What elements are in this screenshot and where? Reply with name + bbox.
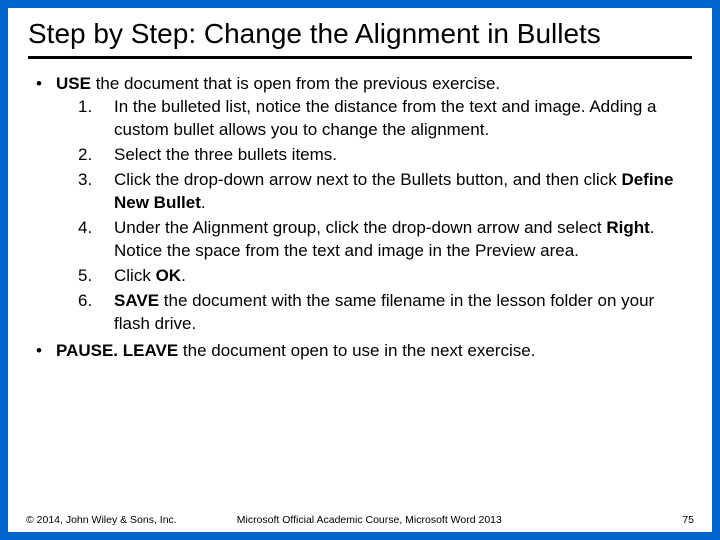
list-item: 3. Click the drop-down arrow next to the… — [68, 169, 686, 215]
step-text: SAVE the document with the same filename… — [114, 290, 686, 336]
bold-run: OK — [156, 266, 182, 285]
list-item: 4. Under the Alignment group, click the … — [68, 217, 686, 263]
step-text: Under the Alignment group, click the dro… — [114, 217, 686, 263]
text-run: Click the drop-down arrow next to the Bu… — [114, 170, 621, 189]
bullet-dot: • — [34, 340, 56, 363]
footer-center: Microsoft Official Academic Course, Micr… — [177, 514, 683, 526]
slide-title: Step by Step: Change the Alignment in Bu… — [28, 18, 692, 50]
step-number: 3. — [68, 169, 114, 215]
list-item: 5. Click OK. — [68, 265, 686, 288]
step-number: 4. — [68, 217, 114, 263]
step-number: 1. — [68, 96, 114, 142]
step-text: Click OK. — [114, 265, 686, 288]
text-run: In the bulleted list, notice the distanc… — [114, 97, 656, 139]
text-run: the document open to use in the next exe… — [178, 341, 535, 360]
step-number: 6. — [68, 290, 114, 336]
bullet-text: PAUSE. LEAVE the document open to use in… — [56, 340, 686, 363]
slide-footer: © 2014, John Wiley & Sons, Inc. Microsof… — [8, 514, 712, 526]
slide-content: • USE the document that is open from the… — [8, 59, 712, 362]
text-run: the document that is open from the previ… — [91, 74, 500, 93]
footer-page-number: 75 — [682, 514, 694, 526]
text-run: Click — [114, 266, 156, 285]
numbered-list: 1. In the bulleted list, notice the dist… — [56, 96, 686, 335]
title-block: Step by Step: Change the Alignment in Bu… — [8, 8, 712, 59]
bold-run: SAVE — [114, 291, 159, 310]
footer-copyright: © 2014, John Wiley & Sons, Inc. — [26, 514, 177, 526]
bullet-item: • USE the document that is open from the… — [34, 73, 686, 337]
step-text: Click the drop-down arrow next to the Bu… — [114, 169, 686, 215]
step-text: Select the three bullets items. — [114, 144, 686, 167]
bullet-item: • PAUSE. LEAVE the document open to use … — [34, 340, 686, 363]
bold-run: USE — [56, 74, 91, 93]
bold-run: PAUSE. LEAVE — [56, 341, 178, 360]
slide: Step by Step: Change the Alignment in Bu… — [0, 0, 720, 540]
list-item: 1. In the bulleted list, notice the dist… — [68, 96, 686, 142]
text-run: . — [201, 193, 206, 212]
bold-run: Right — [606, 218, 649, 237]
bullet-dot: • — [34, 73, 56, 337]
list-item: 6. SAVE the document with the same filen… — [68, 290, 686, 336]
step-number: 5. — [68, 265, 114, 288]
list-item: 2. Select the three bullets items. — [68, 144, 686, 167]
step-number: 2. — [68, 144, 114, 167]
text-run: . — [181, 266, 186, 285]
step-text: In the bulleted list, notice the distanc… — [114, 96, 686, 142]
text-run: the document with the same filename in t… — [114, 291, 654, 333]
bullet-text: USE the document that is open from the p… — [56, 73, 686, 337]
text-run: Under the Alignment group, click the dro… — [114, 218, 606, 237]
text-run: Select the three bullets items. — [114, 145, 337, 164]
